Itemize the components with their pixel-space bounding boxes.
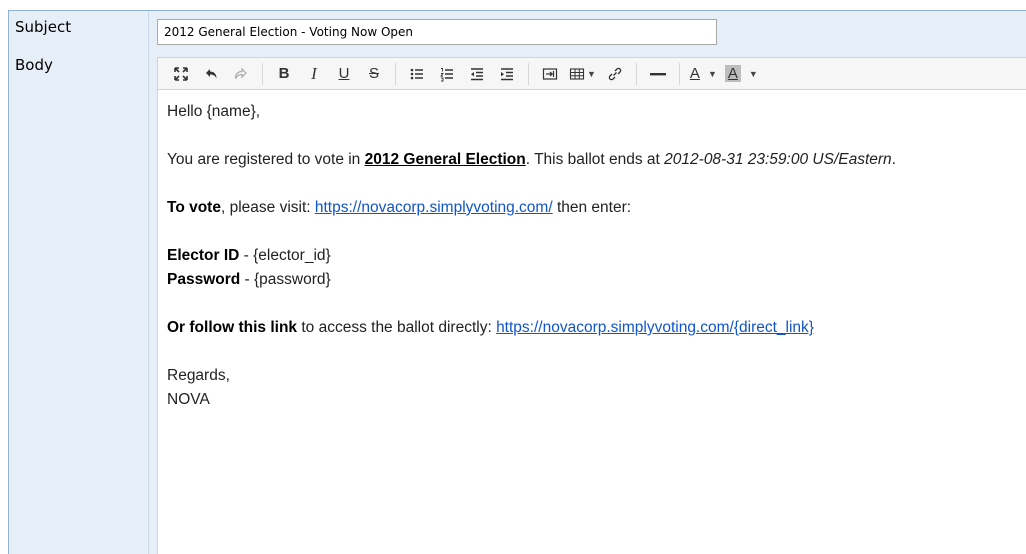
elector-id-value: - {elector_id} [239,247,331,264]
password-line: Password - {password} [167,268,1026,292]
registered-mid: . This ballot ends at [525,151,665,168]
numbered-list-icon[interactable] [436,62,458,86]
direct-link-line: Or follow this link to access the ballot… [167,316,1026,340]
chevron-down-icon: ▼ [748,68,758,79]
registered-prefix: You are registered to vote in [167,151,365,168]
toolbar-separator [678,62,680,85]
chevron-down-icon: ▼ [707,68,717,79]
follow-link-label: Or follow this link [167,319,298,336]
link-icon[interactable] [604,62,626,86]
signature-line: NOVA [167,388,1026,412]
signature-text: NOVA [167,391,210,408]
registration-paragraph: You are registered to vote in 2012 Gener… [167,148,1026,172]
then-enter-text: then enter: [552,199,632,216]
to-vote-label: To vote [167,199,221,216]
election-name: 2012 General Election [364,151,526,168]
body-cell: B I U S ▼ A ▼ A ▼ Hello {name}, You are … [149,49,1026,554]
toolbar-separator [262,62,263,85]
body-row: Body B I U S ▼ A ▼ A ▼ Hello {name}, You… [9,49,1026,554]
password-value: - {password} [240,271,331,288]
redo-icon[interactable] [230,62,252,86]
editor-toolbar: B I U S ▼ A ▼ A ▼ [157,57,1026,90]
regards-text: Regards, [167,367,230,384]
maximize-icon[interactable] [170,62,192,86]
text-color-icon[interactable]: A ▼ [690,62,717,86]
toolbar-separator [528,62,529,85]
undo-icon[interactable] [200,62,222,86]
underline-icon[interactable]: U [333,62,355,86]
password-label: Password [167,271,241,288]
greeting-text: Hello {name}, [167,103,261,120]
insert-template-icon[interactable] [539,62,561,86]
direct-url-link[interactable]: https://novacorp.simplyvoting.com/{direc… [496,319,814,336]
background-color-icon[interactable]: A ▼ [724,62,758,86]
to-vote-text: , please visit: [220,199,315,216]
ballot-end-datetime: 2012-08-31 23:59:00 US/Eastern [664,151,892,168]
follow-link-text: to access the ballot directly: [297,319,497,336]
indent-icon[interactable] [496,62,518,86]
toolbar-separator [395,62,396,85]
bold-icon[interactable]: B [273,62,295,86]
table-icon[interactable]: ▼ [569,62,596,86]
regards-line: Regards, [167,364,1026,388]
body-label: Body [9,49,149,554]
subject-input[interactable] [157,19,717,45]
toolbar-separator [635,62,637,85]
email-body-editor[interactable]: Hello {name}, You are registered to vote… [157,90,1026,554]
vote-instruction-line: To vote, please visit: https://novacorp.… [167,196,1026,220]
italic-icon[interactable]: I [303,62,325,86]
subject-cell [149,11,1026,49]
greeting-line: Hello {name}, [167,100,1026,124]
email-template-form: Subject Body B [8,10,1026,554]
subject-label: Subject [9,11,149,49]
registered-suffix: . [891,151,896,168]
strikethrough-icon[interactable]: S [363,62,385,86]
chevron-down-icon: ▼ [587,68,596,79]
elector-id-label: Elector ID [167,247,240,264]
vote-url-link[interactable]: https://novacorp.simplyvoting.com/ [315,199,553,216]
bulleted-list-icon[interactable] [406,62,428,86]
horizontal-rule-icon[interactable] [647,62,669,86]
subject-row: Subject [9,11,1026,50]
outdent-icon[interactable] [466,62,488,86]
elector-id-line: Elector ID - {elector_id} [167,244,1026,268]
